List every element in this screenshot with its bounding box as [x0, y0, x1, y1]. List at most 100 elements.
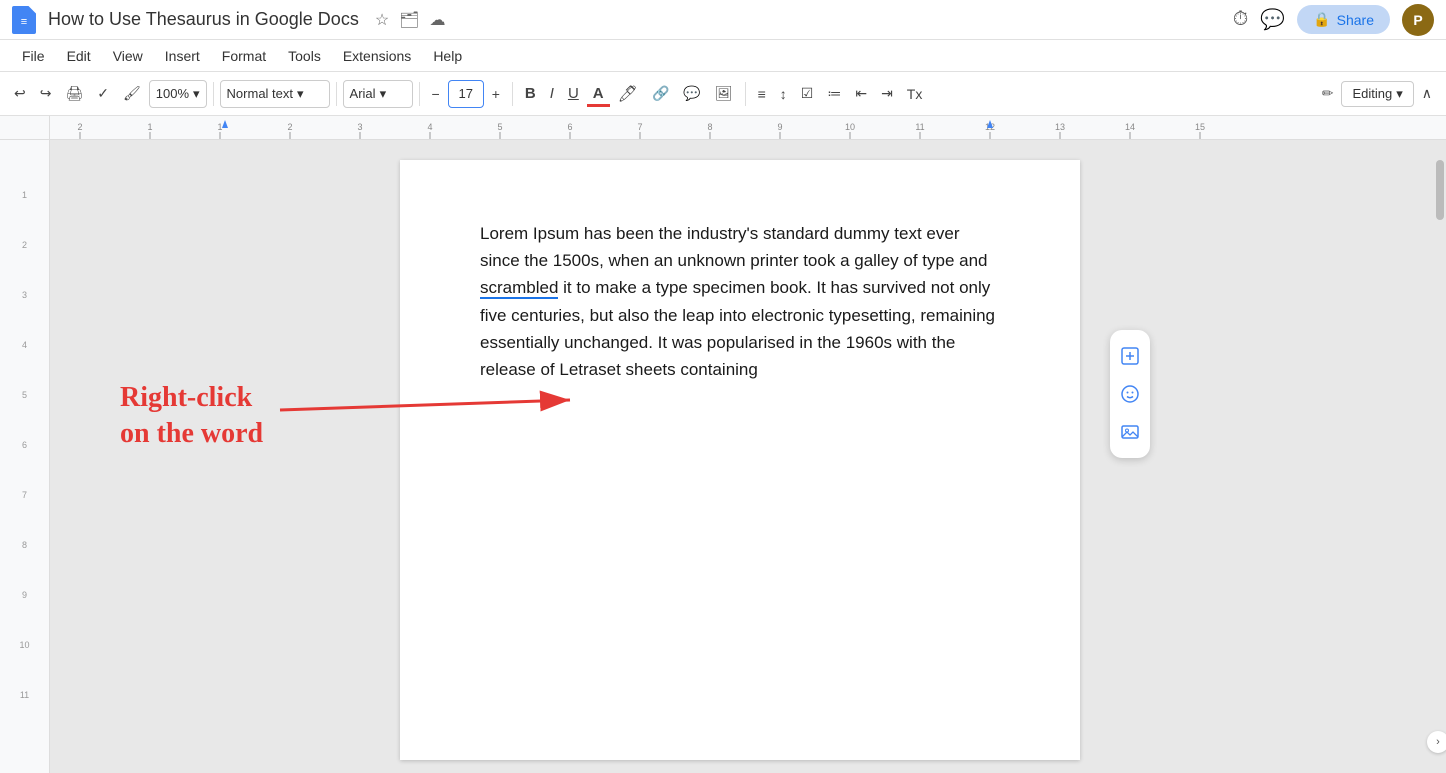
- right-scrollbar[interactable]: ›: [1430, 140, 1446, 773]
- spell-check-button[interactable]: ✓: [91, 81, 115, 106]
- sep-4: [512, 82, 513, 106]
- image-icon: [1120, 422, 1140, 442]
- toolbar: ↩ ↪ 🖨 ✓ 🖌 100% ▾ Normal text ▾ Arial ▾ −…: [0, 72, 1446, 116]
- svg-text:7: 7: [637, 122, 642, 132]
- print-button[interactable]: 🖨: [59, 81, 89, 106]
- redo-button[interactable]: ↪: [34, 81, 58, 106]
- svg-text:15: 15: [1195, 122, 1205, 132]
- underline-button[interactable]: U: [562, 81, 585, 106]
- svg-text:4: 4: [427, 122, 432, 132]
- italic-button[interactable]: I: [544, 81, 560, 106]
- pencil-icon: ✏: [1316, 81, 1340, 106]
- sep-2: [336, 82, 337, 106]
- annotation-arrow: [270, 370, 590, 450]
- menu-edit[interactable]: Edit: [57, 44, 101, 68]
- menu-view[interactable]: View: [103, 44, 153, 68]
- menu-bar: File Edit View Insert Format Tools Exten…: [0, 40, 1446, 72]
- avatar: P: [1402, 4, 1434, 36]
- chevron-down-icon: ▾: [380, 86, 387, 102]
- scrollbar-thumb[interactable]: [1436, 160, 1444, 220]
- emoji-icon: [1120, 384, 1140, 404]
- menu-insert[interactable]: Insert: [155, 44, 210, 68]
- font-color-button[interactable]: A: [587, 81, 610, 106]
- page-wrapper: Lorem Ipsum has been the industry's stan…: [400, 160, 1080, 753]
- line-spacing-button[interactable]: ↕: [774, 82, 793, 106]
- float-image-button[interactable]: [1110, 414, 1150, 450]
- doc-icon: ≡: [12, 6, 36, 34]
- ruler-area: 2 1 1 2 3 4 5 6 7 8 9 10 11 12: [0, 116, 1446, 140]
- sep-1: [213, 82, 214, 106]
- menu-file[interactable]: File: [12, 44, 55, 68]
- align-button[interactable]: ≡: [752, 82, 772, 106]
- indent-less-button[interactable]: ⇤: [849, 81, 873, 106]
- svg-text:13: 13: [1055, 122, 1065, 132]
- svg-text:2: 2: [287, 122, 292, 132]
- cloud-icon[interactable]: ☁: [429, 10, 445, 30]
- bold-button[interactable]: B: [519, 81, 542, 106]
- link-button[interactable]: 🔗: [646, 81, 675, 106]
- svg-text:10: 10: [845, 122, 855, 132]
- doc-title: How to Use Thesaurus in Google Docs: [48, 9, 359, 30]
- svg-text:1: 1: [147, 122, 152, 132]
- undo-button[interactable]: ↩: [8, 81, 32, 106]
- font-size-input[interactable]: 17: [448, 80, 484, 108]
- checklist-button[interactable]: ☑: [795, 81, 820, 106]
- collapse-button[interactable]: ∧: [1416, 81, 1438, 106]
- svg-text:2: 2: [77, 122, 82, 132]
- margin-ruler: 1 2 3 4 5 6 7 8 9 10 11: [0, 140, 49, 773]
- folder-icon[interactable]: 🗂: [399, 10, 419, 30]
- font-select[interactable]: Arial ▾: [343, 80, 413, 108]
- menu-help[interactable]: Help: [423, 44, 472, 68]
- star-icon[interactable]: ☆: [375, 10, 389, 30]
- plus-square-icon: [1120, 346, 1140, 366]
- svg-text:1: 1: [217, 122, 222, 132]
- paint-format-button[interactable]: 🖌: [117, 81, 147, 106]
- doc-body-text: Lorem Ipsum has been the industry's stan…: [480, 220, 1000, 383]
- image-button[interactable]: 🖼: [709, 81, 739, 106]
- title-right: ⏱ 💬 🔒 Share P: [1233, 4, 1434, 36]
- title-bar: ≡ How to Use Thesaurus in Google Docs ☆ …: [0, 0, 1446, 40]
- lock-icon: 🔒: [1313, 11, 1330, 28]
- history-icon[interactable]: ⏱: [1233, 8, 1249, 31]
- chevron-down-icon: ▾: [1396, 86, 1403, 102]
- ruler-main: 2 1 1 2 3 4 5 6 7 8 9 10 11 12: [50, 116, 1446, 139]
- comment-icon[interactable]: 💬: [1260, 7, 1285, 32]
- menu-format[interactable]: Format: [212, 44, 276, 68]
- font-size-decrease[interactable]: −: [426, 82, 446, 106]
- float-add-button[interactable]: [1110, 338, 1150, 374]
- clear-format-button[interactable]: Tx: [901, 82, 929, 106]
- annotation-area: Right-click on the word: [120, 380, 380, 453]
- title-icons: ☆ 🗂 ☁: [375, 10, 446, 30]
- ruler-svg: 2 1 1 2 3 4 5 6 7 8 9 10 11 12: [50, 116, 1446, 139]
- sep-5: [745, 82, 746, 106]
- float-emoji-button[interactable]: [1110, 376, 1150, 412]
- menu-extensions[interactable]: Extensions: [333, 44, 421, 68]
- comment-inline-button[interactable]: 💬: [677, 81, 706, 106]
- share-button[interactable]: 🔒 Share: [1297, 5, 1390, 34]
- svg-text:14: 14: [1125, 122, 1135, 132]
- style-select[interactable]: Normal text ▾: [220, 80, 330, 108]
- svg-text:9: 9: [777, 122, 782, 132]
- zoom-select[interactable]: 100% ▾: [149, 80, 207, 108]
- chevron-down-icon: ▾: [297, 86, 304, 102]
- chevron-down-icon: ▾: [193, 86, 200, 102]
- highlight-color-button[interactable]: 🖊: [612, 80, 644, 108]
- float-sidebar: [1110, 330, 1150, 458]
- svg-text:8: 8: [707, 122, 712, 132]
- highlighted-word: scrambled: [480, 278, 558, 299]
- content-area: Lorem Ipsum has been the industry's stan…: [50, 140, 1430, 773]
- doc-page[interactable]: Lorem Ipsum has been the industry's stan…: [400, 160, 1080, 760]
- menu-tools[interactable]: Tools: [278, 44, 331, 68]
- svg-text:3: 3: [357, 122, 362, 132]
- svg-text:11: 11: [915, 122, 924, 132]
- indent-more-button[interactable]: ⇥: [875, 81, 899, 106]
- sep-3: [419, 82, 420, 106]
- main-area: ☰ 1 2 3 4 5 6 7 8 9 10 11 Lorem Ipsum ha…: [0, 140, 1446, 773]
- svg-text:5: 5: [497, 122, 502, 132]
- left-margin: ☰ 1 2 3 4 5 6 7 8 9 10 11: [0, 140, 50, 773]
- svg-text:6: 6: [567, 122, 572, 132]
- collapse-margin-button[interactable]: ›: [1427, 731, 1446, 753]
- font-size-increase[interactable]: +: [486, 82, 506, 106]
- list-button[interactable]: ≔: [821, 81, 847, 106]
- editing-select[interactable]: Editing ▾: [1341, 81, 1413, 107]
